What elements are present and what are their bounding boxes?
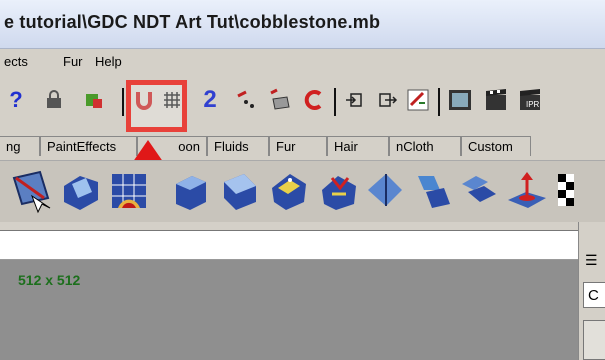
spherical-map-icon[interactable] <box>268 168 310 214</box>
window-title: e tutorial\GDC NDT Art Tut\cobblestone.m… <box>4 12 381 32</box>
main-panel: 512 x 512 <box>0 222 578 360</box>
render-view-icon[interactable] <box>446 86 474 114</box>
channel-field[interactable]: C <box>583 282 605 308</box>
tab-painteffects[interactable]: PaintEffects <box>40 136 137 156</box>
move-sew-icon[interactable] <box>412 168 454 214</box>
tab-custom[interactable]: Custom <box>461 136 531 156</box>
menu-item-fur[interactable]: Fur <box>63 54 83 69</box>
create-uvs-icon[interactable] <box>10 168 52 214</box>
uv-editor-icon[interactable] <box>108 168 150 214</box>
sew-uv-icon[interactable] <box>364 168 406 214</box>
highlight-box <box>126 80 187 132</box>
rotate-snap-icon[interactable] <box>300 86 328 114</box>
render-icon[interactable] <box>482 86 510 114</box>
cut-uv-icon[interactable] <box>318 168 360 214</box>
tab-rendering[interactable]: ng <box>0 136 40 156</box>
output-icon[interactable] <box>374 86 402 114</box>
curve-snap-icon[interactable]: 2 <box>196 86 224 114</box>
svg-text:IPR: IPR <box>526 100 540 109</box>
shelf-tabs: ng PaintEffects oon Fluids Fur Hair nClo… <box>0 134 605 158</box>
ipr-render-icon[interactable]: IPR <box>516 86 544 114</box>
viewport[interactable]: 512 x 512 <box>0 260 578 360</box>
shelf <box>0 160 605 224</box>
construction-history-icon[interactable] <box>404 86 432 114</box>
input-icon[interactable] <box>340 86 368 114</box>
planar-map-icon[interactable] <box>60 168 102 214</box>
tab-hair[interactable]: Hair <box>327 136 389 156</box>
toolbar-separator <box>122 88 124 116</box>
menu-bar: ects Fur Help <box>0 50 605 72</box>
unfold-uv-icon[interactable] <box>506 168 548 214</box>
toolbar-separator <box>438 88 440 116</box>
menu-item-help[interactable]: Help <box>95 54 122 69</box>
lock-icon[interactable] <box>40 86 68 114</box>
help-icon[interactable]: ? <box>2 86 30 114</box>
list-icon[interactable]: ☰ <box>585 252 603 270</box>
tab-fur[interactable]: Fur <box>269 136 327 156</box>
panel-box <box>583 320 605 360</box>
automatic-map-icon[interactable] <box>218 168 260 214</box>
select-icon[interactable] <box>80 86 108 114</box>
window-titlebar: e tutorial\GDC NDT Art Tut\cobblestone.m… <box>0 0 605 49</box>
checker-icon[interactable] <box>556 168 586 214</box>
toolbar-separator <box>334 88 336 116</box>
viewport-header <box>0 230 578 260</box>
tab-ncloth[interactable]: nCloth <box>389 136 461 156</box>
resolution-label: 512 x 512 <box>18 272 81 288</box>
tab-fluids[interactable]: Fluids <box>207 136 269 156</box>
menu-item-effects[interactable]: ects <box>4 54 28 69</box>
layout-uv-icon[interactable] <box>458 168 500 214</box>
plane-snap-icon[interactable] <box>266 86 294 114</box>
point-snap-icon[interactable] <box>232 86 260 114</box>
cylindrical-map-icon[interactable] <box>170 168 212 214</box>
status-line-toolbar: ? 2 IPR <box>0 74 605 128</box>
right-side-panel: ☰ C <box>578 222 605 360</box>
